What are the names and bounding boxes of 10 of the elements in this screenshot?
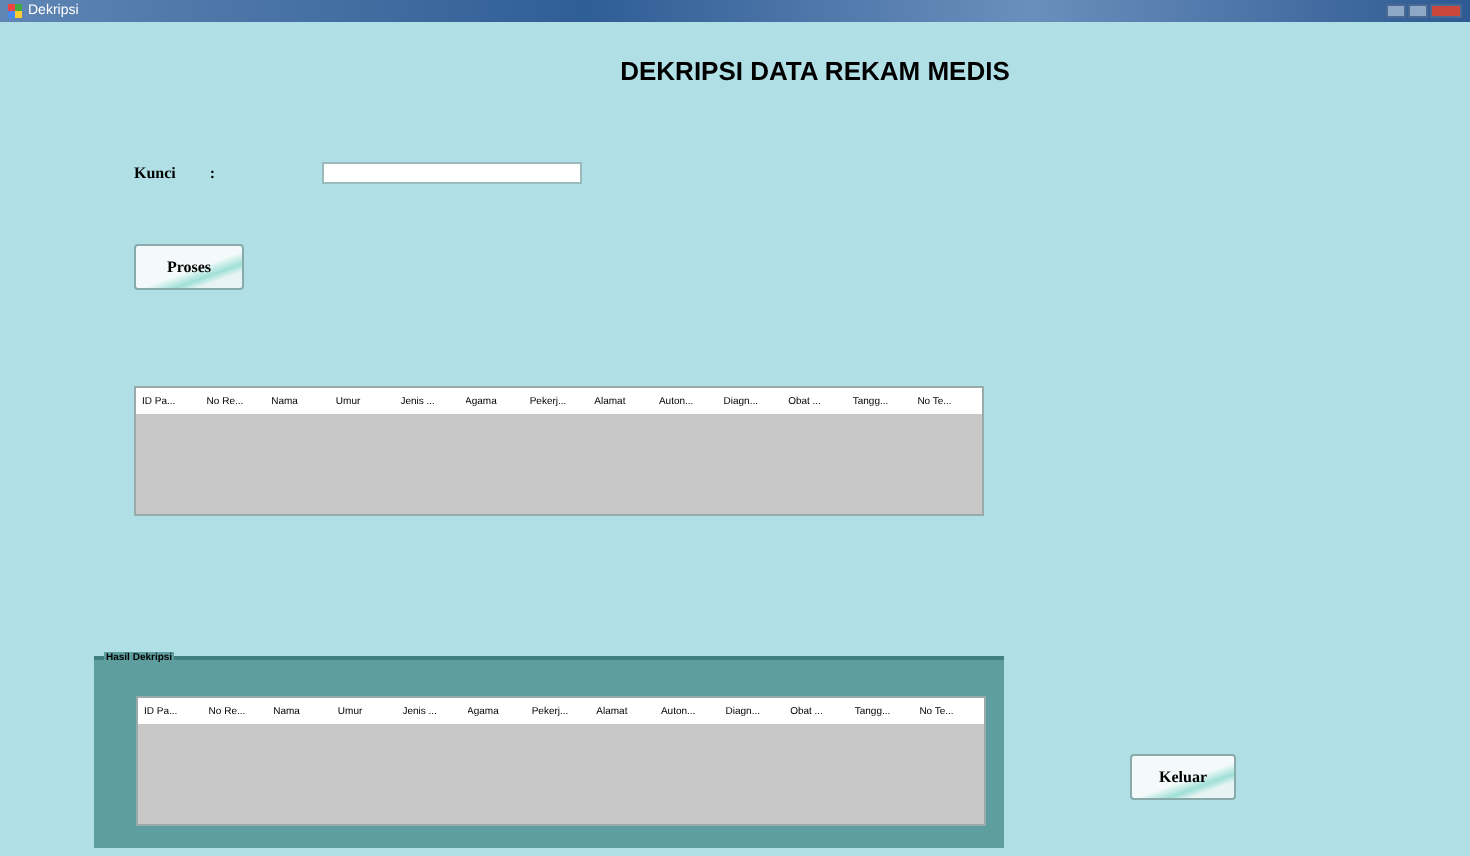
maximize-button[interactable] — [1408, 4, 1428, 18]
close-button[interactable] — [1430, 4, 1462, 18]
app-icon — [8, 4, 22, 18]
process-button[interactable]: Proses — [134, 244, 244, 290]
form-heading: DEKRIPSI DATA REKAM MEDIS — [618, 54, 1012, 86]
separator-label: : — [209, 164, 216, 182]
key-input-field[interactable] — [321, 162, 582, 184]
exit-button[interactable]: Keluar — [1130, 754, 1236, 800]
key-label: Kunci — [134, 164, 176, 182]
minimize-button[interactable] — [1386, 4, 1406, 18]
